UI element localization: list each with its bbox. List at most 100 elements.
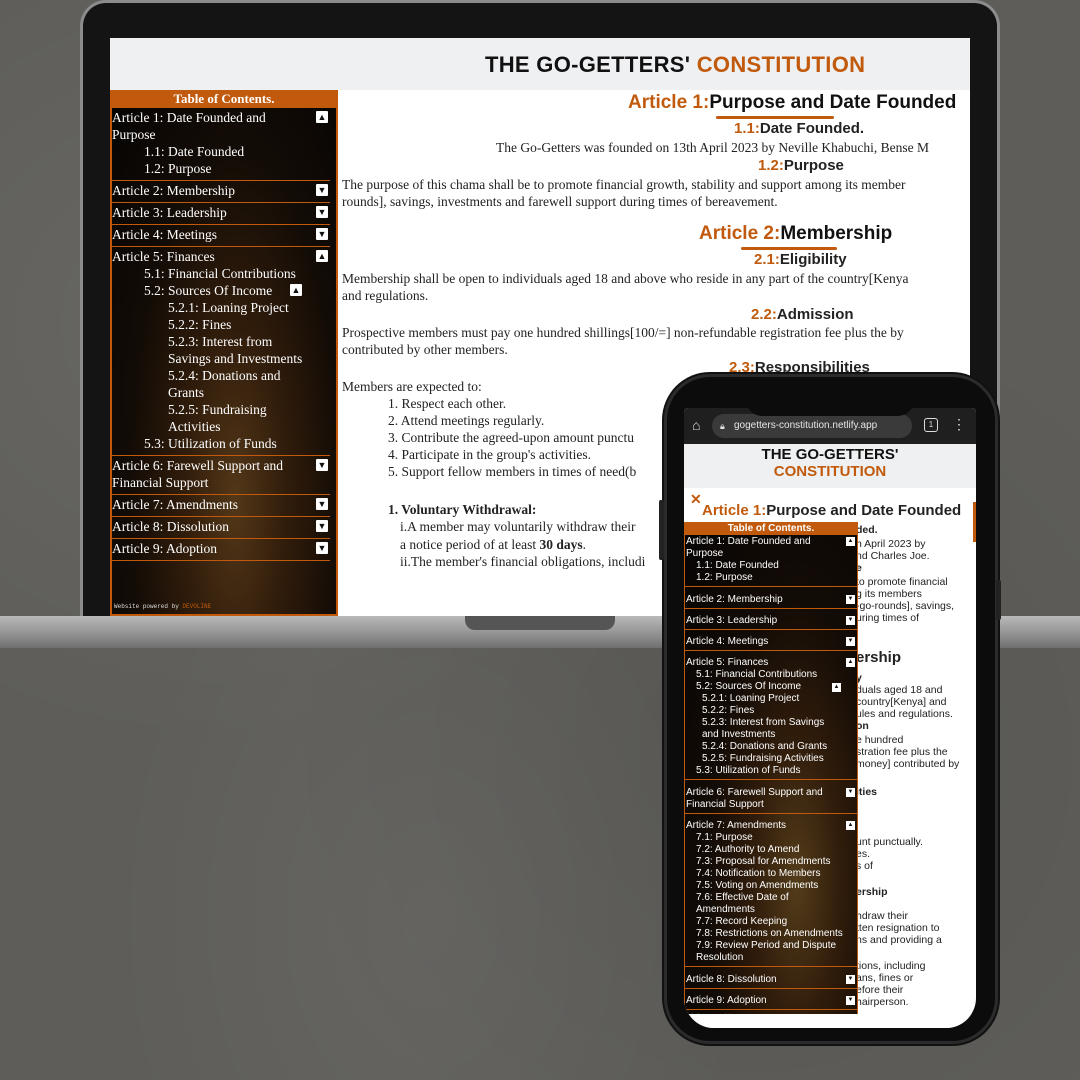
toc-sub-7-6[interactable]: 7.6: Effective Date of Amendments [686,892,843,916]
toc-sub-5-1[interactable]: 5.1: Financial Contributions [112,265,304,282]
toc-heading: Table of Contents. [112,90,336,108]
expand-icon[interactable]: ▼ [316,206,328,218]
toc-article-2[interactable]: Article 2: Membership ▼ [112,181,330,203]
responsibilities-list: 1. Respect each other. 2. Attend meeting… [388,395,636,480]
expand-icon[interactable]: ▼ [316,459,328,471]
article-2-heading: Article 2:Membership [699,223,892,250]
expand-icon[interactable]: ▼ [846,996,855,1005]
collapse-icon[interactable]: ▲ [316,111,328,123]
toc-article-2[interactable]: Article 2: Membership ▼ [685,593,857,609]
toc-sub-1-1[interactable]: 1.1: Date Founded [686,560,843,572]
toc-sub-5-3[interactable]: 5.3: Utilization of Funds [686,765,843,777]
site-header: THE GO-GETTERS' CONSTITUTION [684,444,976,488]
home-icon[interactable]: ⌂ [692,417,700,433]
toc-sub-5-2-2[interactable]: 5.2.2: Fines [686,705,843,717]
toc-article-5[interactable]: Article 5: Finances ▲ 5.1: Financial Con… [112,247,330,456]
toc-article-9[interactable]: Article 9: Adoption ▼ [112,539,330,561]
toc-article-3[interactable]: Article 3: Leadership ▼ [685,614,857,630]
tabs-icon[interactable]: 1 [924,418,938,432]
toc-article-8[interactable]: Article 8: Dissolution ▼ [112,517,330,539]
expand-icon[interactable]: ▼ [846,788,855,797]
toc-sub-5-2-5[interactable]: 5.2.5: Fundraising Activities [112,401,304,435]
laptop-notch [465,616,615,630]
toc-sub-7-8[interactable]: 7.8: Restrictions on Amendments [686,928,843,940]
list-item: 1. Respect each other. [388,396,507,411]
toc-sub-5-2-1[interactable]: 5.2.1: Loaning Project [112,299,304,316]
content-fragment: duals aged 18 and [856,684,943,696]
collapse-icon[interactable]: ▲ [846,537,855,546]
kebab-menu-icon[interactable]: ⋮ [952,416,966,433]
toc-article-8[interactable]: Article 8: Dissolution ▼ [685,973,857,989]
toc-sub-7-1[interactable]: 7.1: Purpose [686,832,843,844]
list-item: 3. Contribute the agreed-upon amount pun… [388,430,634,445]
toc-sub-5-2-3[interactable]: 5.2.3: Interest from Savings and Investm… [112,333,304,367]
toc-sub-5-2-5[interactable]: 5.2.5: Fundraising Activities [686,753,843,765]
toc-article-9[interactable]: Article 9: Adoption ▼ [685,994,857,1010]
phone-notch [746,392,914,416]
expand-icon[interactable]: ▼ [316,498,328,510]
site-header: THE GO-GETTERS' CONSTITUTION [110,38,970,90]
list-item: 5. Support fellow members in times of ne… [388,464,637,479]
toc-sub-5-2-1[interactable]: 5.2.1: Loaning Project [686,693,843,705]
toc-article-7[interactable]: Article 7: Amendments ▲ 7.1: Purpose 7.2… [685,819,857,967]
toc-sub-1-1[interactable]: 1.1: Date Founded [112,143,304,160]
expand-icon[interactable]: ▼ [846,616,855,625]
toc-sub-7-4[interactable]: 7.4: Notification to Members [686,868,843,880]
expand-icon[interactable]: ▼ [316,228,328,240]
collapse-icon[interactable]: ▲ [832,683,841,692]
toc-article-1[interactable]: Article 1: Date Founded and Purpose ▲ 1.… [112,108,330,181]
expand-icon[interactable]: ▼ [316,520,328,532]
section-1-1-text: The Go-Getters was founded on 13th April… [496,140,930,155]
expand-icon[interactable]: ▼ [846,595,855,604]
android-nav-bar [684,1014,976,1028]
expand-icon[interactable]: ▼ [316,184,328,196]
toc-article-4[interactable]: Article 4: Meetings ▼ [112,225,330,247]
toc-sub-5-2-2[interactable]: 5.2.2: Fines [112,316,304,333]
collapse-icon[interactable]: ▲ [846,821,855,830]
collapse-icon[interactable]: ▲ [316,250,328,262]
toc-sub-7-3[interactable]: 7.3: Proposal for Amendments [686,856,843,868]
voluntary-withdrawal-heading: 1. Voluntary Withdrawal: [388,502,537,517]
section-2-1-text-line2: and regulations. [342,288,429,303]
toc-article-1[interactable]: Article 1: Date Founded and Purpose ▲ 1.… [685,535,857,587]
section-2-1-text-line1: Membership shall be open to individuals … [342,271,909,286]
toc-sub-5-1[interactable]: 5.1: Financial Contributions [686,669,843,681]
toc-sub-1-2[interactable]: 1.2: Purpose [112,160,304,177]
toc-article-6[interactable]: Article 6: Farewell Support and Financia… [685,786,857,814]
toc-sub-7-9[interactable]: 7.9: Review Period and Dispute Resolutio… [686,940,843,964]
toc-article-6[interactable]: Article 6: Farewell Support and Financia… [112,456,330,495]
toc-sub-7-2[interactable]: 7.2: Authority to Amend [686,844,843,856]
expand-icon[interactable]: ▼ [846,975,855,984]
toc-sidebar: Table of Contents. Article 1: Date Found… [684,522,858,1022]
content-fragment: unt punctually. [856,836,923,848]
article-1-heading: Article 1:Purpose and Date Founded [702,502,962,519]
phone-screen: ⌂ 🔒︎ gogetters-constitution.netlify.app … [684,408,976,1028]
lock-icon: 🔒︎ [720,421,725,431]
toc-article-5[interactable]: Article 5: Finances ▲ 5.1: Financial Con… [685,656,857,780]
toc-article-3[interactable]: Article 3: Leadership ▼ [112,203,330,225]
toc-article-7[interactable]: Article 7: Amendments ▼ [112,495,330,517]
content-fragment: ership [856,886,888,898]
collapse-icon[interactable]: ▲ [290,284,302,296]
list-item: 4. Participate in the group's activities… [388,447,592,462]
toc-sub-5-2-3[interactable]: 5.2.3: Interest from Savings and Investm… [686,717,843,741]
toc-article-4[interactable]: Article 4: Meetings ▼ [685,635,857,651]
site-footer: Website powered by DEVOLINE [114,603,212,610]
toc-sub-7-5[interactable]: 7.5: Voting on Amendments [686,880,843,892]
expand-icon[interactable]: ▼ [846,637,855,646]
toc-sub-5-2-4[interactable]: 5.2.4: Donations and Grants [112,367,304,401]
toc-sub-7-7[interactable]: 7.7: Record Keeping [686,916,843,928]
heading-underline [716,116,834,119]
toc-sub-5-2-4[interactable]: 5.2.4: Donations and Grants [686,741,843,753]
content-fragment: tten resignation to [856,922,940,934]
expand-icon[interactable]: ▼ [316,542,328,554]
toc-sub-1-2[interactable]: 1.2: Purpose [686,572,843,584]
collapse-icon[interactable]: ▲ [846,658,855,667]
address-bar[interactable]: 🔒︎ gogetters-constitution.netlify.app [712,414,912,438]
content-fragment: -go-rounds], savings, [856,600,955,612]
content-fragment: s of [856,860,873,872]
toc-sub-5-2[interactable]: 5.2: Sources Of Income ▲ [686,681,843,693]
toc-sub-5-3[interactable]: 5.3: Utilization of Funds [112,435,304,452]
content-fragment: ities [856,786,878,798]
toc-sub-5-2[interactable]: 5.2: Sources Of Income ▲ [112,282,304,299]
